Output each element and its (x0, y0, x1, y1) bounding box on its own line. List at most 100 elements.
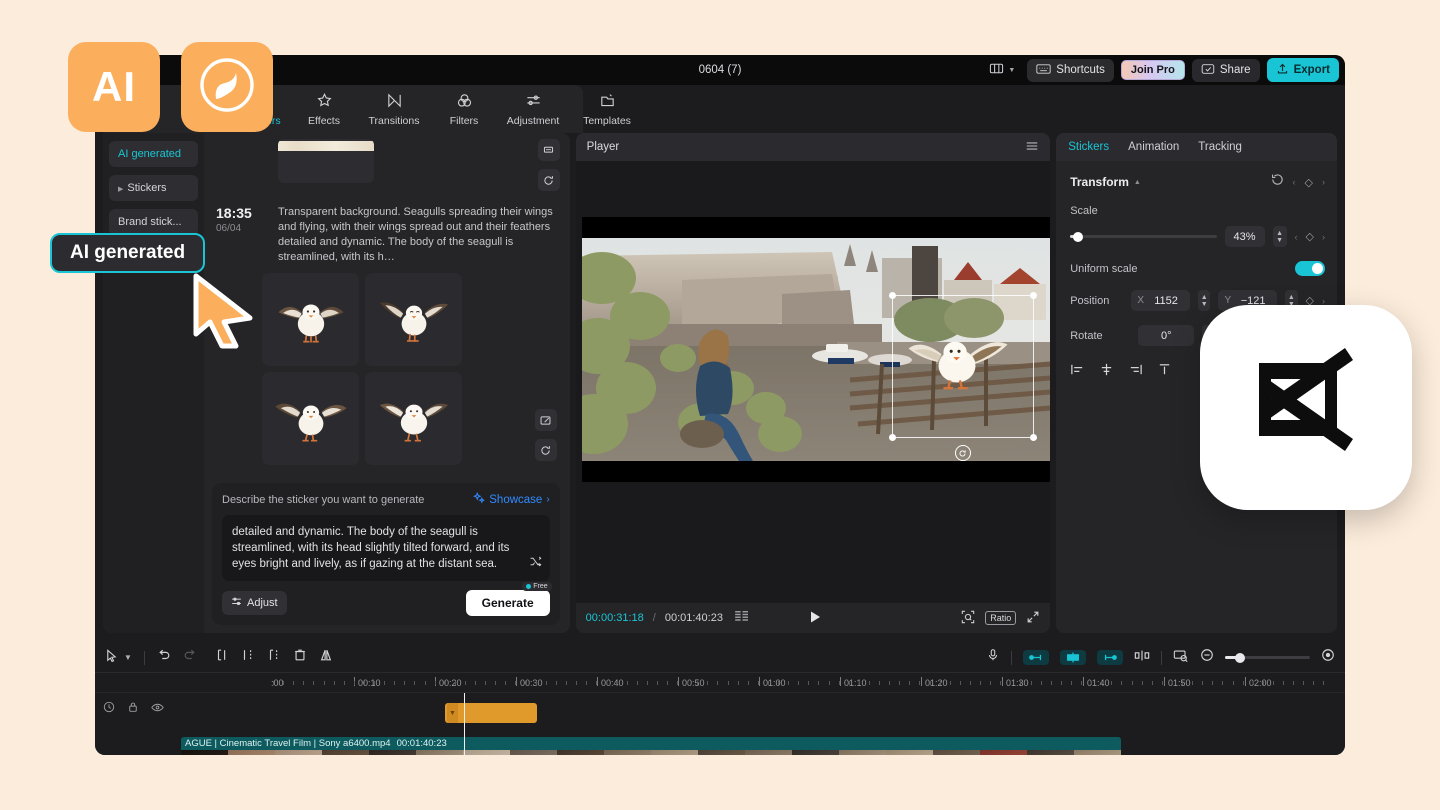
position-x-field[interactable]: X 1152 (1131, 290, 1191, 311)
timeline-ruler[interactable]: :00 00:10 00:20 00:30 00:40 00:50 01:00 … (95, 673, 1345, 693)
scale-stepper[interactable]: ▲ ▼ (1272, 226, 1287, 247)
speed-out-icon[interactable] (1097, 650, 1123, 665)
uniform-scale-toggle[interactable] (1295, 261, 1325, 276)
keyframe-next-icon[interactable]: › (1322, 232, 1325, 242)
sticker-selection-box[interactable] (888, 292, 1037, 461)
trim-right-icon[interactable] (267, 648, 281, 667)
keyframe-next-icon[interactable]: › (1322, 177, 1325, 187)
selection-handle-tr[interactable] (1029, 292, 1037, 299)
seagull-sticker-3[interactable] (262, 372, 359, 465)
selection-handle-bl[interactable] (888, 434, 896, 441)
keyframe-diamond-icon[interactable]: ◇ (1306, 230, 1314, 243)
seagull-sticker-2[interactable] (365, 273, 462, 366)
clock-icon[interactable] (103, 700, 115, 718)
join-pro-button[interactable]: Join Pro (1120, 60, 1185, 80)
hamburger-menu-icon[interactable] (1025, 139, 1039, 156)
track-controls-sticker (95, 693, 177, 725)
rotate-value[interactable]: 0° (1138, 325, 1195, 346)
adjust-label: Adjust (247, 597, 278, 609)
rotate-icon[interactable] (954, 445, 971, 461)
render-preview-icon[interactable] (1173, 649, 1189, 667)
tab-effects[interactable]: Effects (293, 86, 355, 132)
prompt-input[interactable]: detailed and dynamic. The body of the se… (222, 515, 550, 581)
keyframe-next-icon[interactable]: › (1322, 296, 1325, 306)
edit-square-icon[interactable] (534, 409, 557, 431)
export-button[interactable]: Export (1266, 58, 1339, 82)
frames-icon[interactable] (735, 611, 750, 625)
library-category-brand-stickers[interactable]: Brand stick... (109, 209, 198, 235)
generate-button[interactable]: Generate (465, 590, 550, 616)
keyframe-diamond-icon[interactable]: ◇ (1305, 176, 1313, 189)
speed-in-icon[interactable] (1023, 650, 1049, 665)
ruler-label: 00:20 (439, 678, 462, 688)
tab-adjustment[interactable]: Adjustment (495, 86, 571, 132)
scale-slider[interactable] (1070, 231, 1217, 242)
select-arrow-icon[interactable] (105, 648, 118, 667)
clip-handle-left[interactable]: ▼ (447, 703, 458, 723)
selection-edge-left (891, 295, 893, 438)
inspector-tab-animation[interactable]: Animation (1128, 141, 1179, 153)
timeline-zoom-slider[interactable] (1225, 652, 1310, 663)
banner-icon[interactable] (537, 139, 560, 161)
showcase-link[interactable]: Showcase › (473, 491, 550, 507)
layout-button[interactable]: ▼ (984, 58, 1020, 82)
seagull-sticker-1[interactable] (262, 273, 359, 366)
transform-title-wrap[interactable]: Transform ▲ (1070, 175, 1141, 189)
library-category-stickers[interactable]: ▶ Stickers (109, 175, 198, 201)
tab-templates[interactable]: Templates (571, 86, 643, 132)
shuffle-icon[interactable] (529, 555, 542, 573)
position-x-stepper[interactable]: ▲ ▼ (1198, 290, 1211, 311)
generate-wrapper: Free Generate (465, 582, 552, 616)
share-button[interactable]: Share (1191, 58, 1260, 82)
regenerate-icon[interactable] (534, 439, 557, 461)
delete-icon[interactable] (293, 648, 307, 667)
adjust-button[interactable]: Adjust (222, 591, 287, 615)
video-canvas[interactable] (581, 217, 1050, 482)
zoom-out-icon[interactable] (1200, 648, 1214, 667)
video-filmstrip (181, 750, 1121, 755)
lock-icon[interactable] (127, 700, 139, 718)
magnify-frame-icon[interactable] (961, 610, 975, 627)
inspector-tab-stickers[interactable]: Stickers (1068, 141, 1109, 153)
transform-header-tools: ‹ ◇ › (1271, 173, 1325, 191)
fullscreen-icon[interactable] (1026, 610, 1040, 627)
scale-slider-knob[interactable] (1073, 231, 1084, 242)
sparkle-icon (473, 491, 486, 507)
composer-header: Describe the sticker you want to generat… (222, 491, 550, 507)
selection-handle-br[interactable] (1029, 434, 1037, 441)
auto-edit-icon[interactable] (1060, 650, 1086, 665)
cut-marker-icon[interactable] (1134, 649, 1150, 667)
eye-icon[interactable] (151, 700, 164, 718)
chevron-down-icon[interactable]: ▼ (124, 653, 132, 662)
align-right-icon[interactable] (1128, 362, 1143, 382)
microphone-icon[interactable] (986, 648, 1000, 667)
reset-icon[interactable] (1271, 173, 1284, 191)
tab-filters[interactable]: Filters (433, 86, 495, 132)
video-clip[interactable]: AGUE | Cinematic Travel Film | Sony a640… (181, 737, 1121, 755)
align-left-icon[interactable] (1070, 362, 1085, 382)
keyframe-prev-icon[interactable]: ‹ (1295, 232, 1298, 242)
mirror-icon[interactable] (319, 648, 333, 667)
zoom-slider-knob[interactable] (1235, 652, 1245, 663)
zoom-fit-icon[interactable] (1321, 648, 1335, 667)
scale-value[interactable]: 43% (1224, 226, 1265, 247)
keyframe-prev-icon[interactable]: ‹ (1293, 177, 1296, 187)
play-icon[interactable] (808, 610, 822, 627)
shortcuts-button[interactable]: Shortcuts (1027, 58, 1114, 82)
split-icon[interactable] (215, 648, 229, 667)
inspector-tab-tracking[interactable]: Tracking (1198, 141, 1242, 153)
regenerate-icon[interactable] (537, 169, 560, 191)
previous-generation-thumbnail[interactable] (278, 139, 374, 183)
transition-icon (386, 92, 403, 112)
sticker-clip[interactable]: ▼ (445, 703, 537, 723)
tab-transitions[interactable]: Transitions (355, 86, 433, 132)
align-center-horizontal-icon[interactable] (1099, 362, 1114, 382)
undo-icon[interactable] (157, 648, 171, 667)
library-category-ai-generated[interactable]: AI generated (109, 141, 198, 167)
ratio-button[interactable]: Ratio (985, 611, 1017, 625)
trim-left-icon[interactable] (241, 648, 255, 667)
selection-handle-tl[interactable] (888, 292, 896, 299)
align-top-icon[interactable] (1157, 362, 1172, 382)
seagull-sticker-4[interactable] (365, 372, 462, 465)
playhead-line (464, 693, 465, 755)
